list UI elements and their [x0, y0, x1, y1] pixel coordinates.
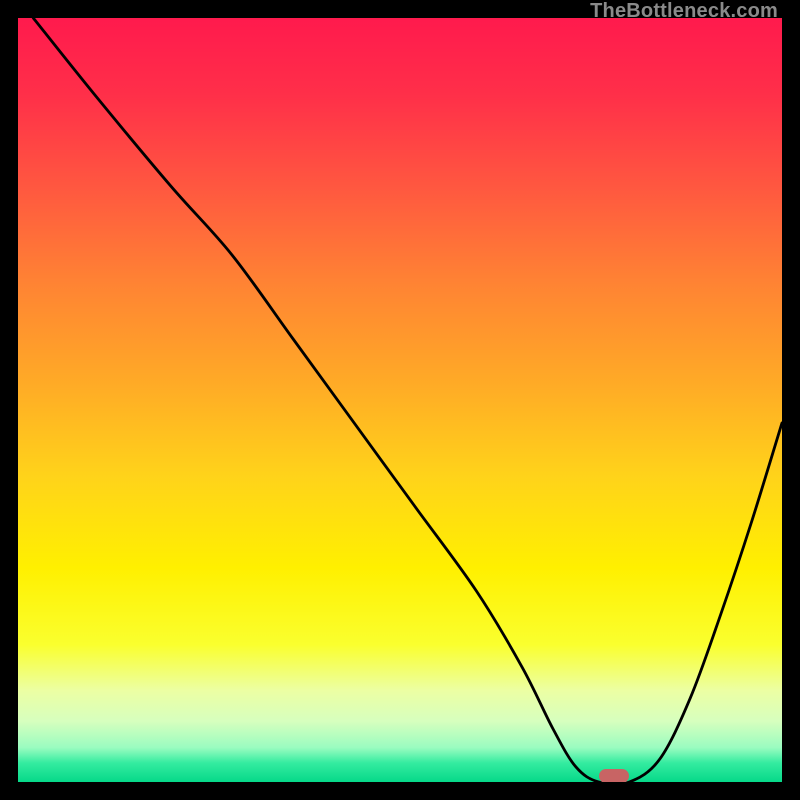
plot-area — [18, 18, 782, 782]
optimal-marker — [599, 769, 629, 782]
bottleneck-curve — [18, 18, 782, 782]
